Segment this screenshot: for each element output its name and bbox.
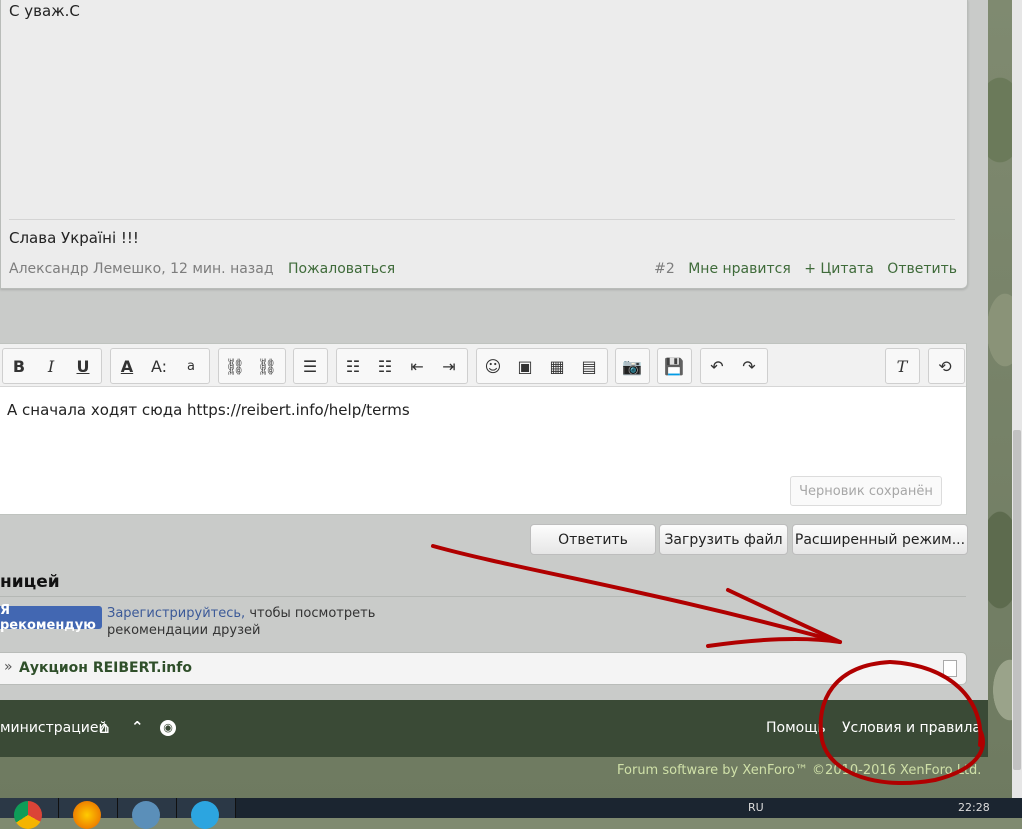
toolbar-group-history: ↶ ↷ — [700, 348, 768, 384]
media-icon[interactable]: ▦ — [541, 350, 573, 382]
reply-editor[interactable]: B I U A A: a ⛓ ⛓ ☰ ☷ ☷ ⇤ ⇥ ☺ ▣ ▦ ▤ 📷 💾 ↶… — [0, 343, 967, 515]
footer: министрацией ⌂ ⌃ ◉ Помощь Условия и прав… — [0, 700, 988, 757]
post-actions: #2 Мне нравится + Цитата Ответить — [645, 261, 957, 277]
toolbar-group-clear: T — [885, 348, 920, 384]
italic-button[interactable]: I — [35, 350, 67, 382]
copyright[interactable]: Forum software by XenForo™ ©2010-2016 Xe… — [617, 763, 981, 778]
toolbar-group-font: A A: a — [110, 348, 210, 384]
taskbar-app[interactable] — [118, 798, 177, 829]
unlink-icon[interactable]: ⛓ — [251, 350, 283, 382]
facebook-recommend-button[interactable]: Я рекомендую — [0, 603, 102, 633]
home-icon[interactable]: ⌂ — [99, 718, 110, 738]
toolbar-group-source: ⟲ — [928, 348, 965, 384]
toolbar-group-save: 💾 — [657, 348, 692, 384]
underline-button[interactable]: U — [67, 350, 99, 382]
page-scrollbar[interactable] — [1012, 0, 1022, 798]
image-icon[interactable]: ▣ — [509, 350, 541, 382]
redo-icon[interactable]: ↷ — [733, 350, 765, 382]
numbered-list-icon[interactable]: ☷ — [369, 350, 401, 382]
remove-format-button[interactable]: T — [886, 350, 918, 382]
camera-icon[interactable]: 📷 — [616, 350, 648, 382]
outdent-icon[interactable]: ⇤ — [401, 350, 433, 382]
bold-button[interactable]: B — [3, 350, 35, 382]
indent-icon[interactable]: ⇥ — [433, 350, 465, 382]
language-indicator[interactable]: RU — [748, 801, 764, 814]
share-heading: ницей — [0, 572, 60, 592]
firefox-icon — [73, 801, 101, 829]
document-icon — [943, 660, 957, 677]
toolbar-group-lists: ☷ ☷ ⇤ ⇥ — [336, 348, 468, 384]
share-divider — [0, 596, 966, 597]
post-signature: Слава Україні !!! — [9, 229, 139, 247]
breadcrumb: » Аукцион REIBERT.info — [0, 652, 967, 685]
breadcrumb-item-auction[interactable]: Аукцион REIBERT.info — [19, 660, 192, 676]
editor-toolbar: B I U A A: a ⛓ ⛓ ☰ ☷ ☷ ⇤ ⇥ ☺ ▣ ▦ ▤ 📷 💾 ↶… — [0, 344, 966, 387]
telegram-icon — [191, 801, 219, 829]
post-author-time[interactable]: Александр Лемешко, 12 мин. назад — [9, 261, 274, 277]
scrollbar-thumb[interactable] — [1013, 430, 1021, 770]
footer-help-link[interactable]: Помощь — [766, 720, 826, 736]
rss-icon[interactable]: ◉ — [160, 720, 176, 736]
post-meta: Александр Лемешко, 12 мин. назад Пожалов… — [9, 261, 395, 277]
forum-post: С уваж.С Слава Україні !!! Александр Лем… — [0, 0, 968, 289]
align-left-icon[interactable]: ☰ — [294, 350, 326, 382]
undo-icon[interactable]: ↶ — [701, 350, 733, 382]
draft-status: Черновик сохранён — [790, 476, 942, 506]
font-color-button[interactable]: A — [111, 350, 143, 382]
smiley-icon[interactable]: ☺ — [477, 350, 509, 382]
save-draft-icon[interactable]: 💾 — [658, 350, 690, 382]
toolbar-group-photo: 📷 — [615, 348, 650, 384]
toolbar-group-text-style: B I U — [2, 348, 102, 384]
signature-divider — [9, 219, 955, 220]
footer-admin-link[interactable]: министрацией — [0, 720, 108, 736]
upload-file-button[interactable]: Загрузить файл — [659, 524, 788, 555]
app-icon — [132, 801, 160, 829]
breadcrumb-arrow: » — [4, 659, 13, 675]
facebook-recommend-text: Зарегистрируйтесь, чтобы посмотреть реко… — [107, 605, 467, 639]
quote-link[interactable]: + Цитата — [804, 261, 874, 277]
font-size-button[interactable]: A: — [143, 350, 175, 382]
bullet-list-icon[interactable]: ☷ — [337, 350, 369, 382]
clock[interactable]: 22:28 — [958, 801, 990, 814]
post-number[interactable]: #2 — [654, 261, 675, 277]
toolbar-group-align: ☰ — [293, 348, 328, 384]
reply-link[interactable]: Ответить — [887, 261, 957, 277]
font-family-button[interactable]: a — [175, 350, 207, 382]
taskbar-firefox[interactable] — [59, 798, 118, 829]
advanced-mode-button[interactable]: Расширенный режим... — [792, 524, 968, 555]
chrome-icon — [14, 801, 42, 829]
taskbar-telegram[interactable] — [177, 798, 236, 829]
toggle-source-icon[interactable]: ⟲ — [929, 350, 961, 382]
code-block-icon[interactable]: ▤ — [573, 350, 605, 382]
reply-button[interactable]: Ответить — [530, 524, 656, 555]
taskbar: RU 22:28 — [0, 798, 1022, 829]
scroll-top-icon[interactable]: ⌃ — [131, 718, 144, 736]
report-link[interactable]: Пожаловаться — [288, 261, 395, 277]
toolbar-group-insert: ☺ ▣ ▦ ▤ — [476, 348, 608, 384]
footer-terms-link[interactable]: Условия и правила — [842, 720, 981, 736]
editor-content[interactable]: А сначала ходят сюда https://reibert.inf… — [7, 401, 410, 419]
toolbar-group-links: ⛓ ⛓ — [218, 348, 286, 384]
link-icon[interactable]: ⛓ — [219, 350, 251, 382]
post-body-text: С уваж.С — [9, 2, 80, 20]
like-link[interactable]: Мне нравится — [688, 261, 791, 277]
taskbar-chrome[interactable] — [0, 798, 59, 829]
facebook-register-link[interactable]: Зарегистрируйтесь, — [107, 606, 245, 621]
